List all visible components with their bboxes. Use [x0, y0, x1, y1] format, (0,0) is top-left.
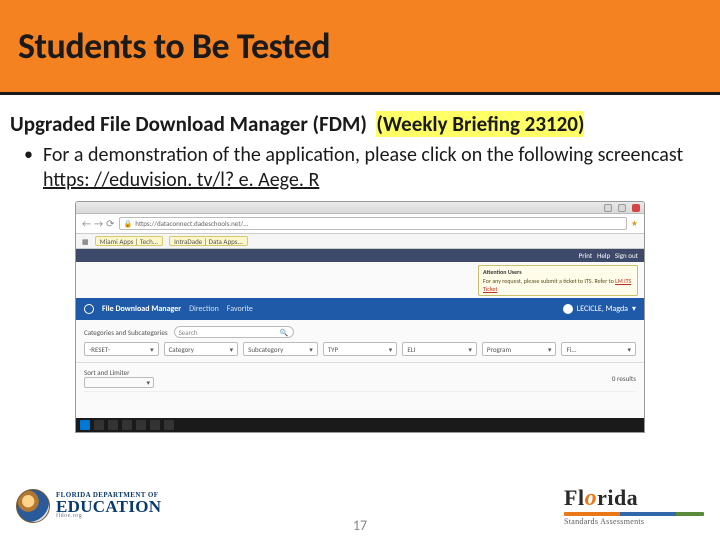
bullet-dot-icon: •	[24, 143, 33, 193]
maximize-icon	[618, 204, 626, 212]
notice-box: Attention Users For any request, please …	[478, 265, 638, 296]
taskbar-app-icon	[122, 420, 132, 430]
subheading-main: Upgraded File Download Manager (FDM)	[10, 111, 367, 137]
title-bar: Students to Be Tested	[0, 0, 720, 95]
search-icon: 🔍	[280, 328, 289, 337]
filter-dropdown: -RESET-▾	[84, 342, 159, 356]
browser-toolbar: ← → ⟳ 🔒 https://dataconnect.dadeschools.…	[76, 214, 644, 234]
avatar-icon	[563, 304, 573, 314]
chevron-down-icon: ▾	[628, 345, 632, 354]
screencast-link[interactable]: https: //eduvision. tv/l? e. Aege. R	[43, 168, 319, 192]
fdoe-logo: FLORIDA DEPARTMENT OF EDUCATION fldoe.or…	[16, 489, 161, 523]
url-text: https://dataconnect.dadeschools.net/...	[135, 219, 248, 228]
address-bar: 🔒 https://dataconnect.dadeschools.net/..…	[119, 217, 627, 230]
forward-icon: →	[94, 217, 103, 230]
notice-title: Attention Users	[483, 268, 633, 276]
fdoe-seal-icon	[16, 489, 50, 523]
search-input: Search 🔍	[174, 326, 294, 338]
portal-topbar: Print Help Sign out	[76, 249, 644, 262]
filter-dropdown: Program▾	[482, 342, 557, 356]
chevron-down-icon: ▾	[146, 378, 150, 387]
menu-link: Print	[579, 251, 593, 260]
window-titlebar	[76, 202, 644, 214]
results-count: 0 results	[612, 374, 636, 383]
page-number: 17	[353, 517, 367, 534]
app-logo-icon	[84, 304, 94, 314]
menu-link: Sign out	[615, 251, 638, 260]
close-icon	[632, 204, 640, 212]
chevron-down-icon: ▾	[468, 345, 472, 354]
filters-panel: Categories and Subcategories Search 🔍 -R…	[76, 320, 644, 363]
fsa-main-b: o	[585, 485, 598, 511]
taskbar-app-icon	[150, 420, 160, 430]
taskbar-app-icon	[164, 420, 174, 430]
bookmark-item: IntraDade | Data Apps...	[169, 236, 248, 246]
chevron-down-icon: ▾	[309, 345, 313, 354]
notice-row: Attention Users For any request, please …	[76, 262, 644, 299]
filter-dropdown: Subcategory▾	[243, 342, 318, 356]
slide-title: Students to Be Tested	[18, 24, 330, 68]
taskbar-app-icon	[108, 420, 118, 430]
fsa-main-a: Fl	[564, 485, 585, 510]
lock-icon: 🔒	[124, 219, 133, 228]
app-title: File Download Manager	[102, 304, 181, 314]
nav-tab: Favorite	[227, 304, 253, 314]
filter-dropdowns: -RESET-▾ Category▾ Subcategory▾ TYP▾ ELI…	[84, 342, 636, 356]
apps-icon: ▦	[82, 237, 89, 246]
subheading: Upgraded File Download Manager (FDM) (We…	[10, 111, 710, 137]
chevron-down-icon: ▾	[548, 345, 552, 354]
chevron-down-icon: ▾	[632, 304, 636, 314]
chevron-down-icon: ▾	[389, 345, 393, 354]
windows-taskbar	[76, 418, 644, 432]
list-item	[84, 391, 636, 401]
user-name: LECICLE, Magda	[577, 304, 628, 314]
fsa-subtitle: Standards Assessments	[564, 518, 704, 526]
bullet-text: For a demonstration of the application, …	[43, 143, 683, 167]
bookmark-item: Miami Apps | Tech...	[95, 236, 163, 246]
filter-dropdown: Fi...▾	[561, 342, 636, 356]
filter-dropdown: TYP▾	[323, 342, 398, 356]
chevron-down-icon: ▾	[150, 345, 154, 354]
fsa-logo: Florida Standards Assessments	[564, 487, 704, 525]
sort-label: Sort and Limiter	[84, 368, 130, 377]
fsa-main-c: rida	[597, 485, 638, 510]
taskbar-app-icon	[94, 420, 104, 430]
content-area: Upgraded File Download Manager (FDM) (We…	[0, 95, 720, 433]
bookmarks-bar: ▦ Miami Apps | Tech... IntraDade | Data …	[76, 234, 644, 249]
filters-label: Categories and Subcategories	[84, 328, 168, 337]
star-icon: ★	[631, 219, 638, 229]
fsa-stripe-icon	[564, 512, 704, 516]
filter-dropdown: Category▾	[164, 342, 239, 356]
minimize-icon	[604, 204, 612, 212]
sort-dropdown: ▾	[84, 377, 154, 388]
filter-dropdown: ELI▾	[402, 342, 477, 356]
reload-icon: ⟳	[106, 217, 114, 230]
chevron-down-icon: ▾	[230, 345, 234, 354]
fdoe-line2: EDUCATION	[56, 499, 161, 515]
footer: FLORIDA DEPARTMENT OF EDUCATION fldoe.or…	[0, 480, 720, 540]
nav-tab: Direction	[189, 304, 219, 314]
start-icon	[80, 420, 90, 430]
results-list: Sort and Limiter ▾ 0 results	[76, 363, 644, 406]
subheading-highlight: (Weekly Briefing 23120)	[376, 111, 584, 137]
embedded-browser-screenshot: ← → ⟳ 🔒 https://dataconnect.dadeschools.…	[75, 201, 645, 433]
app-header: File Download Manager Direction Favorite…	[76, 298, 644, 320]
menu-link: Help	[597, 251, 610, 260]
bullet-item: • For a demonstration of the application…	[10, 143, 710, 193]
notice-body: For any request, please submit a ticket …	[483, 277, 615, 285]
taskbar-app-icon	[136, 420, 146, 430]
back-icon: ←	[82, 217, 91, 230]
